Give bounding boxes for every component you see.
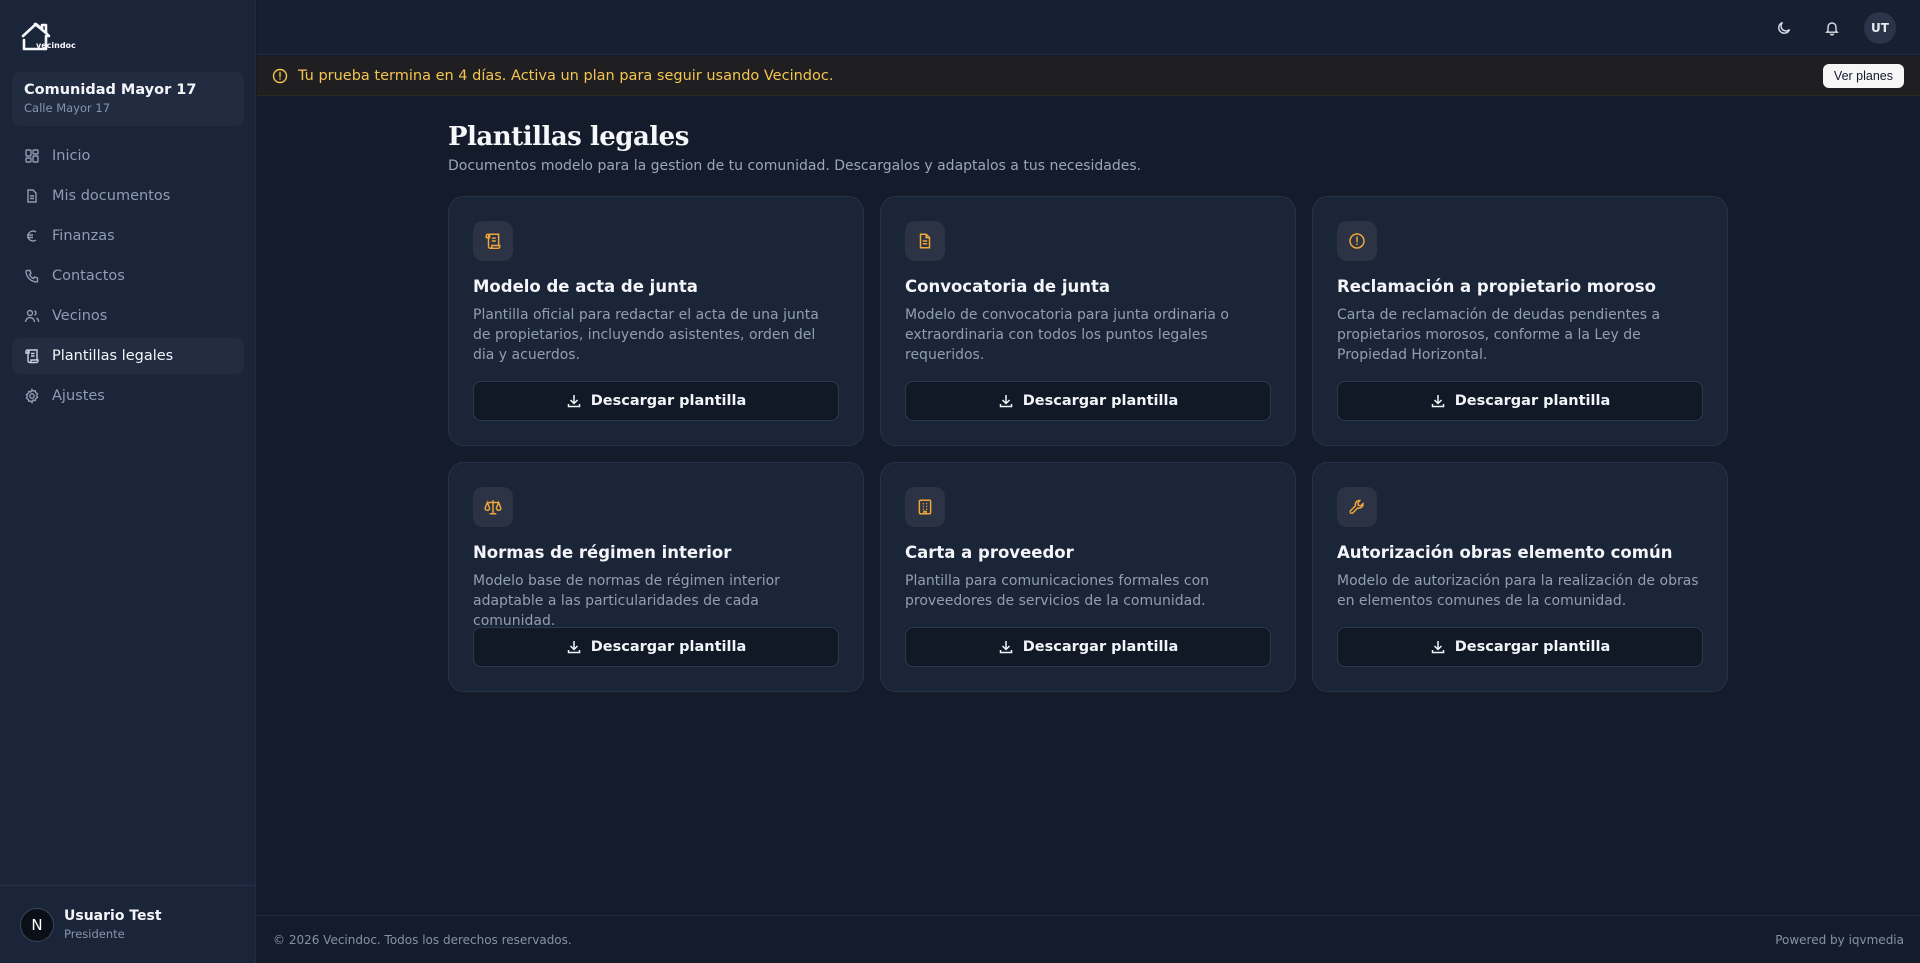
button-label: Descargar plantilla — [1022, 393, 1179, 409]
download-template-button[interactable]: Descargar plantilla — [905, 381, 1271, 421]
download-icon — [1431, 395, 1444, 408]
card-title: Autorización obras elemento común — [1337, 543, 1673, 562]
card-description: Modelo de autorización para la realizaci… — [1337, 573, 1699, 609]
wrench-icon — [1337, 487, 1377, 527]
download-template-button[interactable]: Descargar plantilla — [473, 627, 839, 667]
scroll-icon — [24, 348, 40, 364]
avatar: N — [20, 907, 54, 942]
community-switcher[interactable]: Comunidad Mayor 17 Calle Mayor 17 — [12, 72, 244, 126]
powered-by-link[interactable]: Powered by iqvmedia — [1775, 933, 1904, 947]
copyright-text: © 2026 Vecindoc. Todos los derechos rese… — [273, 932, 572, 947]
download-icon — [999, 395, 1012, 408]
sidebar-item-mis-documentos[interactable]: Mis documentos — [12, 178, 244, 214]
download-icon — [567, 395, 580, 408]
page-footer: © 2026 Vecindoc. Todos los derechos rese… — [257, 915, 1920, 963]
sidebar-item-label: Contactos — [52, 268, 125, 284]
bell-icon[interactable] — [1816, 12, 1848, 44]
template-card: Reclamación a propietario moroso Carta d… — [1312, 196, 1728, 446]
community-address: Calle Mayor 17 — [24, 101, 111, 115]
download-template-button[interactable]: Descargar plantilla — [905, 627, 1271, 667]
card-title: Reclamación a propietario moroso — [1337, 277, 1656, 296]
template-card: Convocatoria de junta Modelo de convocat… — [880, 196, 1296, 446]
alert-circle-icon — [272, 68, 288, 83]
sidebar-item-label: Mis documentos — [52, 188, 171, 204]
sidebar-item-finanzas[interactable]: Finanzas — [12, 218, 244, 254]
download-icon — [1431, 641, 1444, 654]
button-label: Descargar plantilla — [1454, 393, 1611, 409]
download-icon — [567, 641, 580, 654]
button-label: Descargar plantilla — [1022, 639, 1179, 655]
scroll-icon — [473, 221, 513, 261]
card-title: Carta a proveedor — [905, 543, 1074, 562]
sidebar-item-plantillas-legales[interactable]: Plantillas legales — [12, 338, 244, 374]
sidebar: vecindoc Comunidad Mayor 17 Calle Mayor … — [0, 0, 256, 963]
file-icon — [24, 188, 40, 204]
button-label: Descargar plantilla — [590, 393, 747, 409]
button-label: Descargar plantilla — [590, 639, 747, 655]
scale-icon — [473, 487, 513, 527]
card-description: Carta de reclamación de deudas pendiente… — [1337, 307, 1661, 363]
alert-circle-icon — [1337, 221, 1377, 261]
phone-icon — [24, 268, 40, 284]
sidebar-item-ajustes[interactable]: Ajustes — [12, 378, 244, 414]
gear-icon — [24, 388, 40, 404]
sidebar-item-inicio[interactable]: Inicio — [12, 138, 244, 174]
logo-text: vecindoc — [36, 41, 76, 50]
topbar: UT — [257, 0, 1920, 55]
sidebar-item-label: Finanzas — [52, 228, 115, 244]
card-title: Normas de régimen interior — [473, 543, 732, 562]
users-icon — [24, 308, 40, 324]
card-description: Modelo de convocatoria para junta ordina… — [905, 307, 1229, 363]
page-title: Plantillas legales — [448, 122, 689, 152]
main-content: Plantillas legales Documentos modelo par… — [448, 122, 1728, 692]
card-title: Modelo de acta de junta — [473, 277, 698, 296]
card-title: Convocatoria de junta — [905, 277, 1111, 296]
user-role: Presidente — [64, 927, 125, 941]
grid-icon — [24, 148, 40, 164]
user-avatar[interactable]: UT — [1864, 12, 1896, 44]
card-description: Modelo base de normas de régimen interio… — [473, 573, 780, 629]
sidebar-item-label: Ajustes — [52, 388, 105, 404]
document-icon — [905, 221, 945, 261]
sidebar-item-label: Vecinos — [52, 308, 108, 324]
theme-toggle-moon-icon[interactable] — [1768, 12, 1800, 44]
template-card: Modelo de acta de junta Plantilla oficia… — [448, 196, 864, 446]
sidebar-item-label: Plantillas legales — [52, 348, 174, 364]
download-icon — [999, 641, 1012, 654]
trial-banner: Tu prueba termina en 4 días. Activa un p… — [257, 56, 1920, 96]
card-description: Plantilla para comunicaciones formales c… — [905, 573, 1210, 609]
euro-icon — [24, 228, 40, 244]
sidebar-item-contactos[interactable]: Contactos — [12, 258, 244, 294]
trial-message: Tu prueba termina en 4 días. Activa un p… — [298, 67, 834, 84]
button-label: Descargar plantilla — [1454, 639, 1611, 655]
building-icon — [905, 487, 945, 527]
download-template-button[interactable]: Descargar plantilla — [1337, 627, 1703, 667]
sidebar-item-label: Inicio — [52, 148, 91, 164]
community-name: Comunidad Mayor 17 — [24, 82, 197, 98]
user-profile[interactable]: N Usuario Test Presidente — [0, 885, 256, 963]
template-card: Carta a proveedor Plantilla para comunic… — [880, 462, 1296, 692]
sidebar-item-vecinos[interactable]: Vecinos — [12, 298, 244, 334]
template-card: Normas de régimen interior Modelo base d… — [448, 462, 864, 692]
download-template-button[interactable]: Descargar plantilla — [473, 381, 839, 421]
view-plans-button[interactable]: Ver planes — [1822, 64, 1904, 88]
page-subtitle: Documentos modelo para la gestion de tu … — [448, 158, 1142, 174]
download-template-button[interactable]: Descargar plantilla — [1337, 381, 1703, 421]
sidebar-nav: Inicio Mis documentos Finanzas Contactos… — [12, 138, 244, 418]
user-name: Usuario Test — [64, 908, 162, 924]
template-card: Autorización obras elemento común Modelo… — [1312, 462, 1728, 692]
card-description: Plantilla oficial para redactar el acta … — [473, 307, 819, 363]
